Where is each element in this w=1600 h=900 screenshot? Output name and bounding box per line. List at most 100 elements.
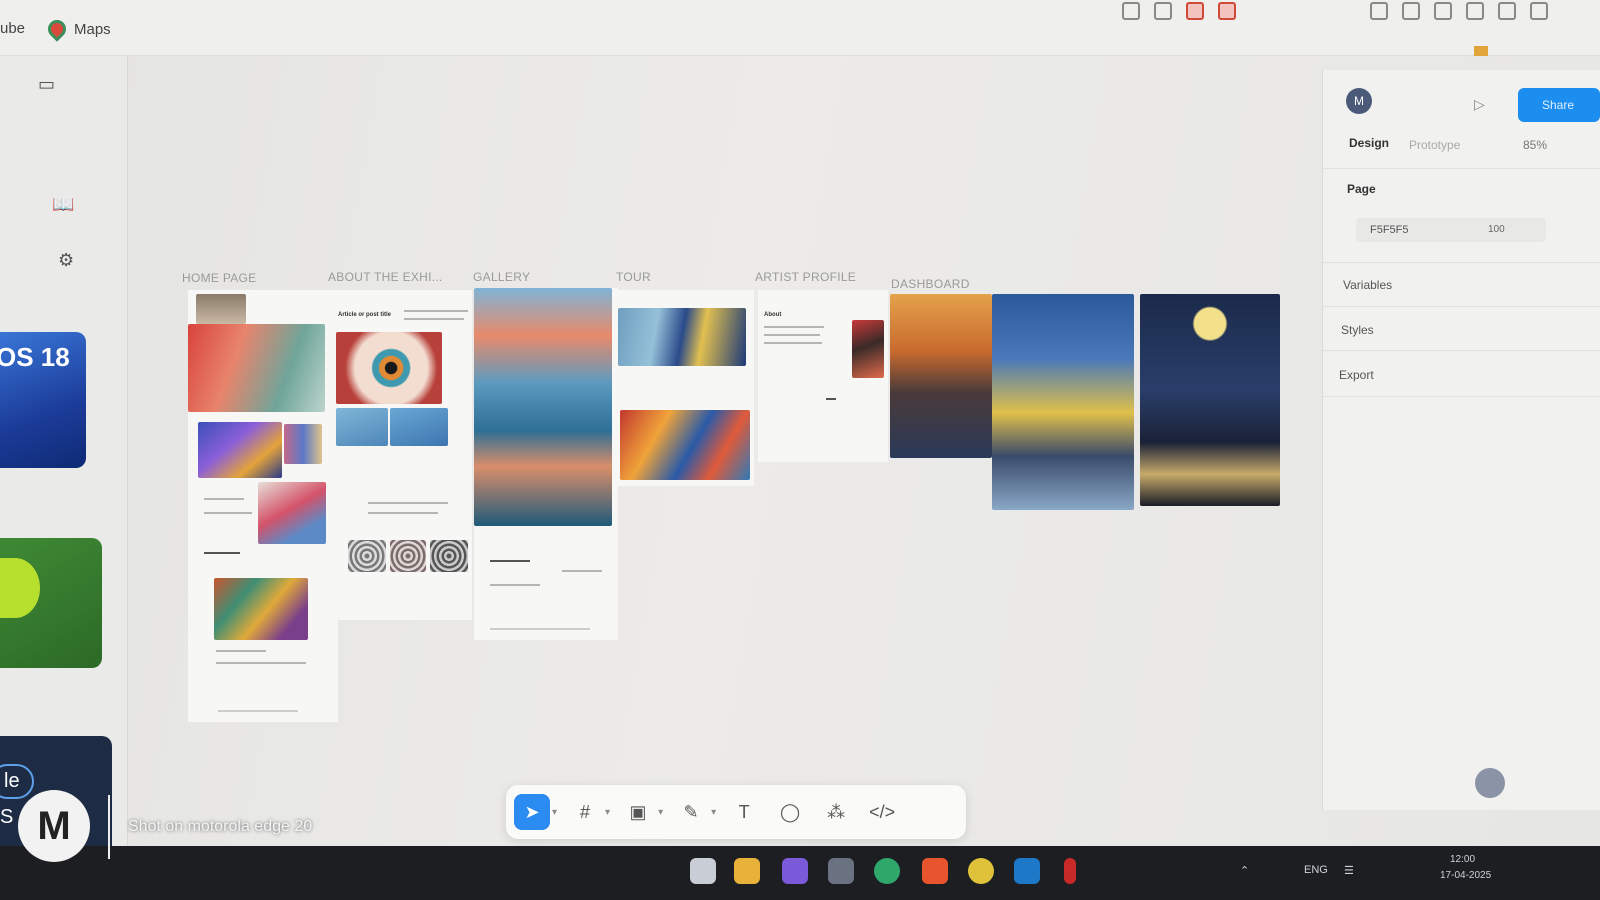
share-button[interactable]: Share — [1518, 88, 1600, 122]
chevron-down-icon[interactable]: ▾ — [605, 807, 610, 818]
home-painting-2 — [198, 422, 282, 478]
frame-home-page[interactable] — [188, 290, 338, 722]
frame-label-about[interactable]: ABOUT THE EXHI... — [328, 270, 443, 284]
home-text-line — [216, 662, 306, 664]
extension-icon[interactable] — [1186, 2, 1204, 20]
image-tool-icon[interactable]: ▣ — [620, 794, 656, 830]
copilot-icon[interactable] — [782, 858, 808, 884]
help-icon[interactable] — [1475, 768, 1505, 798]
netflix-icon[interactable] — [1064, 858, 1076, 884]
language-indicator[interactable]: ENG — [1304, 864, 1328, 876]
bookmark-youtube[interactable]: ube — [0, 20, 25, 37]
clock-time[interactable]: 12:00 — [1450, 854, 1475, 865]
chevron-up-icon[interactable]: ⌃ — [1240, 864, 1249, 877]
code-tool-icon[interactable]: </> — [864, 794, 900, 830]
frame-tour[interactable] — [616, 290, 754, 486]
chevron-down-icon[interactable]: ▾ — [658, 807, 663, 818]
chevron-down-icon[interactable]: ▾ — [552, 807, 557, 818]
brave-icon[interactable] — [922, 858, 948, 884]
tab-prototype[interactable]: Prototype — [1409, 138, 1460, 152]
about-pattern-2 — [390, 540, 426, 572]
about-painting-2 — [336, 408, 388, 446]
library-book-icon[interactable]: 📖 — [52, 194, 74, 215]
taskview-icon[interactable] — [690, 858, 716, 884]
tile-pill: le — [0, 764, 34, 799]
frame-tool-icon[interactable]: # — [567, 794, 603, 830]
dashboard-moon-painting — [1140, 294, 1280, 506]
page-opacity-value[interactable]: 100 — [1488, 224, 1505, 235]
sidebar-toggle-icon[interactable]: ▭ — [38, 74, 55, 95]
folder-icon — [1474, 46, 1488, 56]
download-icon[interactable] — [1402, 2, 1420, 20]
about-pattern-3 — [430, 540, 468, 572]
frame-gallery[interactable] — [474, 288, 618, 640]
design-panel: Design Prototype 85% Page Variables Styl… — [1322, 70, 1600, 810]
variables-section[interactable]: Variables — [1343, 278, 1392, 292]
wifi-icon[interactable]: ☰ — [1344, 864, 1354, 877]
extensions-puzzle-icon[interactable] — [1370, 2, 1388, 20]
home-button[interactable] — [204, 552, 240, 554]
frame-artist-profile[interactable]: About — [758, 290, 888, 462]
tabs-icon[interactable] — [1466, 2, 1484, 20]
artist-button[interactable] — [826, 398, 836, 400]
components-tool-icon[interactable]: ⁂ — [818, 794, 854, 830]
bookmark-star-icon[interactable] — [1122, 2, 1140, 20]
edge-icon[interactable] — [874, 858, 900, 884]
sidebar-icon[interactable] — [1434, 2, 1452, 20]
green-wallpaper-tile — [0, 538, 102, 668]
browser-bookmarks-bar: ube Maps — [0, 0, 1600, 56]
home-hero-painting — [188, 324, 325, 412]
about-eye-painting — [336, 332, 442, 404]
windows-taskbar: ⌃ ENG ☰ 12:00 17-04-2025 — [0, 846, 1600, 900]
edit-icon[interactable] — [1154, 2, 1172, 20]
page-section-label: Page — [1347, 182, 1376, 196]
about-text-line — [404, 318, 464, 320]
avatar[interactable]: M — [1346, 88, 1372, 114]
frame-dashboard[interactable] — [888, 294, 1282, 512]
store-icon[interactable] — [828, 858, 854, 884]
pen-tool-icon[interactable]: ✎ — [673, 794, 709, 830]
profile-icon[interactable] — [1498, 2, 1516, 20]
gallery-reflection-painting — [474, 288, 612, 526]
frame-label-gallery[interactable]: GALLERY — [473, 270, 530, 284]
artist-text-line — [764, 334, 820, 336]
adjustments-icon[interactable]: ⚙ — [58, 250, 74, 271]
page-fill-field[interactable]: F5F5F5 100 — [1356, 218, 1546, 242]
about-heading: Article or post title — [338, 312, 392, 318]
styles-section[interactable]: Styles — [1341, 323, 1374, 337]
bookmark-maps[interactable]: Maps — [44, 16, 111, 42]
home-text-line — [216, 650, 266, 652]
outlook-icon[interactable] — [1014, 858, 1040, 884]
shield-icon[interactable] — [1530, 2, 1548, 20]
text-tool-icon[interactable]: T — [726, 794, 762, 830]
gallery-text-line — [562, 570, 602, 572]
frame-label-dashboard[interactable]: DASHBOARD — [891, 277, 970, 291]
tab-design[interactable]: Design — [1349, 136, 1389, 150]
gallery-footer — [490, 628, 590, 630]
frame-label-home[interactable]: HOME PAGE — [182, 271, 257, 285]
ios-wallpaper-tile: OS 18 — [0, 332, 86, 468]
chevron-down-icon[interactable]: ▾ — [711, 807, 716, 818]
frame-label-tour[interactable]: TOUR — [616, 270, 651, 284]
artist-about-heading: About — [764, 312, 782, 318]
file-explorer-icon[interactable] — [734, 858, 760, 884]
home-text-line — [204, 498, 244, 500]
frame-about-exhibition[interactable]: Article or post title — [332, 290, 472, 620]
section-divider — [1323, 306, 1600, 307]
browser-extension-icons — [1122, 2, 1236, 20]
clock-date[interactable]: 17-04-2025 — [1440, 870, 1491, 881]
comment-tool-icon[interactable]: ◯ — [772, 794, 808, 830]
artist-text-line — [764, 342, 822, 344]
chrome-icon[interactable] — [968, 858, 994, 884]
maps-icon — [44, 16, 70, 42]
zoom-level[interactable]: 85% — [1523, 138, 1547, 152]
about-text-line — [368, 512, 438, 514]
adblock-icon[interactable] — [1218, 2, 1236, 20]
gallery-heading — [490, 560, 530, 562]
page-fill-value[interactable]: F5F5F5 — [1370, 224, 1409, 236]
frame-label-artist[interactable]: ARTIST PROFILE — [755, 270, 856, 284]
gallery-text-line — [490, 584, 540, 586]
present-play-icon[interactable]: ▷ — [1474, 96, 1485, 113]
move-tool-icon[interactable]: ➤ — [514, 794, 550, 830]
export-section[interactable]: Export — [1339, 368, 1374, 382]
